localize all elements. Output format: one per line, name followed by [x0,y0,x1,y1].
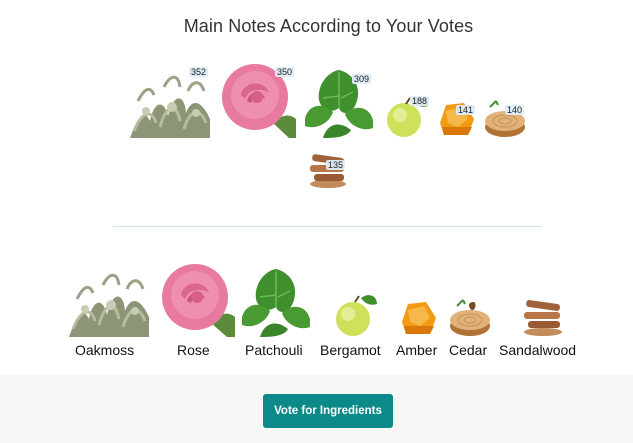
note-label-patchouli: Patchouli [245,342,303,358]
vote-count-cedar: 140 [504,105,524,115]
vote-patchouli[interactable]: 309 [303,68,375,138]
note-label-bergamot: Bergamot [320,342,381,358]
vote-count-amber: 141 [455,105,475,115]
sandalwood-icon [308,152,348,189]
amber-icon [398,296,440,337]
page-title: Main Notes According to Your Votes [183,16,474,36]
vote-for-ingredients-button[interactable]: Vote for Ingredients [263,394,393,428]
note-label-rose: Rose [177,342,210,358]
rose-icon [159,261,235,337]
note-sandalwood[interactable] [522,296,564,337]
note-label-amber: Amber [396,342,438,358]
cedar-icon [484,97,526,138]
note-cedar[interactable] [449,296,491,337]
vote-rose[interactable]: 350 [219,61,296,138]
bergamot-icon [329,288,379,337]
vote-count-bergamot: 188 [409,96,429,106]
note-patchouli[interactable] [240,267,312,337]
note-label-oakmoss: Oakmoss [75,342,135,358]
patchouli-icon [240,267,312,337]
amber-icon [436,97,477,138]
main-notes-page: Main Notes According to Your Votes 352 3… [0,0,633,443]
vote-bergamot[interactable]: 188 [382,90,430,138]
oakmoss-icon [69,261,149,337]
cedar-icon [449,296,491,337]
section-divider [113,226,542,227]
note-oakmoss[interactable] [69,261,149,337]
vote-count-oakmoss: 352 [188,67,208,77]
note-rose[interactable] [159,261,235,337]
sandalwood-icon [522,296,564,337]
note-label-sandalwood: Sandalwood [499,342,577,358]
vote-oakmoss[interactable]: 352 [130,61,210,138]
note-amber[interactable] [398,296,440,337]
vote-count-sandalwood: 135 [326,160,346,170]
vote-count-rose: 350 [274,67,294,77]
vote-count-patchouli: 309 [351,74,371,84]
vote-cedar[interactable]: 140 [484,97,526,138]
note-bergamot[interactable] [329,288,379,337]
vote-sandalwood[interactable]: 135 [308,152,348,189]
note-label-cedar: Cedar [449,342,488,358]
vote-amber[interactable]: 141 [436,97,477,138]
